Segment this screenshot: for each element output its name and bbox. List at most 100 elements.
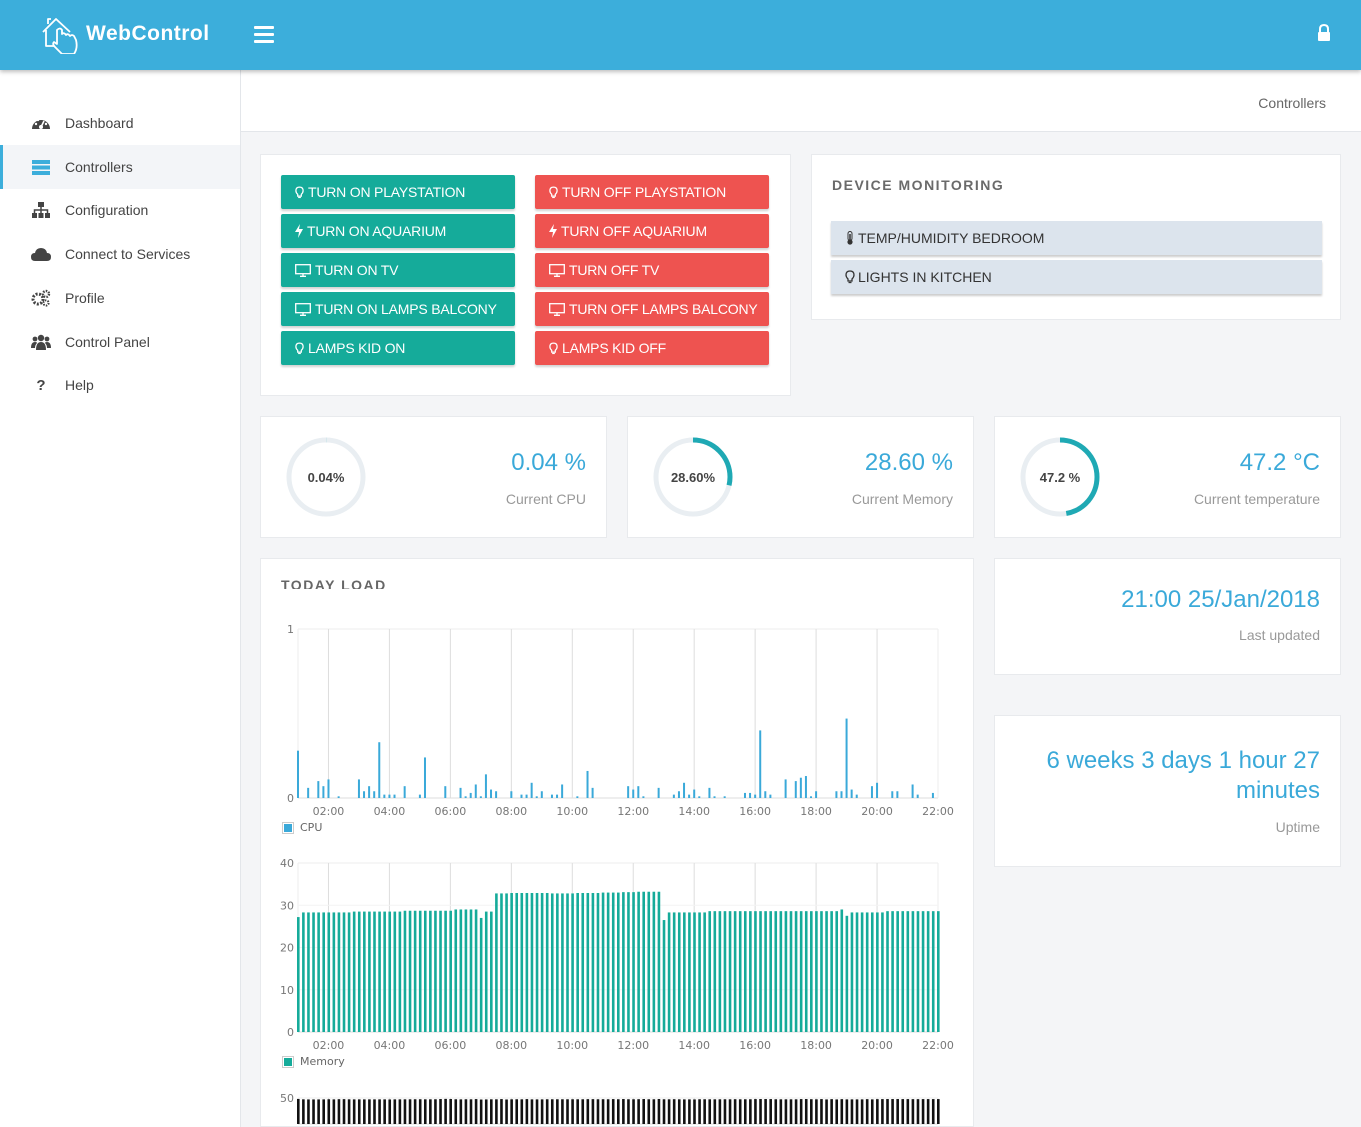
- turn-on-button[interactable]: TURN ON PLAYSTATION: [281, 175, 515, 209]
- y-tick-label: 50: [280, 1092, 294, 1105]
- turn-off-button[interactable]: TURN OFF AQUARIUM: [535, 214, 769, 248]
- bar: [815, 1099, 818, 1124]
- bar: [479, 917, 483, 1032]
- bar: [738, 1099, 742, 1124]
- bar: [799, 777, 802, 798]
- x-tick-label: 12:00: [617, 1039, 649, 1052]
- lightbulb-icon: [295, 341, 304, 355]
- sidebar-item-controllers[interactable]: Controllers: [0, 145, 240, 189]
- bar: [804, 911, 808, 1032]
- button-label: TURN OFF AQUARIUM: [561, 223, 707, 239]
- bar: [688, 912, 691, 1032]
- lightbulb-icon: [295, 185, 304, 199]
- sidebar-item-dashboard[interactable]: Dashboard: [0, 101, 240, 145]
- turn-on-button[interactable]: TURN ON AQUARIUM: [281, 214, 515, 248]
- bar: [784, 779, 787, 798]
- device-monitoring-panel: DEVICE MONITORING TEMP/HUMIDITY BEDROOM …: [811, 154, 1341, 320]
- bar: [632, 892, 635, 1032]
- hamburger-menu-button[interactable]: [254, 26, 274, 44]
- button-label: LAMPS KID OFF: [562, 340, 666, 356]
- sidebar-item-configuration[interactable]: Configuration: [0, 188, 240, 232]
- sidebar-item-help[interactable]: ? Help: [0, 363, 240, 407]
- uptime-line-1: 6 weeks 3 days 1 hour 27: [1046, 747, 1320, 774]
- bar: [891, 911, 894, 1032]
- bar: [769, 911, 772, 1032]
- bar: [718, 911, 722, 1032]
- cpu-legend[interactable]: CPU: [282, 821, 322, 834]
- bar: [393, 794, 396, 798]
- bar: [327, 1099, 331, 1124]
- bar: [566, 893, 569, 1032]
- bar: [495, 893, 498, 1032]
- bar: [327, 912, 331, 1032]
- bar: [408, 1099, 412, 1124]
- bar: [388, 1099, 392, 1124]
- bar: [627, 1099, 630, 1124]
- bar: [383, 794, 386, 798]
- bar: [865, 1099, 869, 1124]
- legend-label: CPU: [300, 821, 323, 834]
- bar: [459, 787, 462, 798]
- bar: [799, 1099, 803, 1124]
- bar: [368, 786, 371, 798]
- bar: [413, 1099, 417, 1124]
- bar: [677, 912, 681, 1032]
- bar: [774, 911, 778, 1032]
- bar: [429, 910, 432, 1032]
- bar: [713, 796, 716, 798]
- bar: [464, 909, 468, 1032]
- turn-on-button[interactable]: LAMPS KID ON: [281, 331, 515, 365]
- device-item-temp-humidity-bedroom[interactable]: TEMP/HUMIDITY BEDROOM: [831, 221, 1322, 255]
- memory-legend[interactable]: Memory: [282, 1055, 345, 1068]
- bar: [749, 1099, 752, 1124]
- bar: [444, 1098, 447, 1124]
- sidebar-item-connect-to-services[interactable]: Connect to Services: [0, 232, 240, 276]
- bar: [865, 912, 869, 1032]
- x-tick-label: 14:00: [678, 1039, 710, 1052]
- turn-on-button[interactable]: TURN ON TV: [281, 253, 515, 287]
- bar: [591, 892, 595, 1032]
- breadcrumb[interactable]: Controllers: [1258, 95, 1326, 111]
- button-label: TURN ON PLAYSTATION: [308, 184, 466, 200]
- turn-on-button[interactable]: TURN ON LAMPS BALCONY: [281, 292, 515, 326]
- bar: [495, 1099, 498, 1124]
- turn-off-button[interactable]: TURN OFF PLAYSTATION: [535, 175, 769, 209]
- device-item-lights-in-kitchen[interactable]: LIGHTS IN KITCHEN: [831, 260, 1322, 294]
- bar: [520, 892, 524, 1032]
- cloud-icon: [30, 247, 52, 261]
- bar: [383, 1099, 386, 1124]
- bar: [743, 911, 747, 1032]
- bar: [733, 1099, 737, 1124]
- bar: [307, 1099, 310, 1124]
- question-icon: ?: [36, 376, 46, 394]
- ring-text: 28.60%: [670, 469, 716, 485]
- bar: [840, 909, 844, 1032]
- bar: [581, 892, 585, 1032]
- sidebar-item-control-panel[interactable]: Control Panel: [0, 320, 240, 364]
- bar: [845, 718, 848, 798]
- bar: [591, 787, 594, 798]
- sidebar-item-label: Configuration: [65, 202, 149, 218]
- bar: [698, 796, 701, 798]
- bar: [429, 1099, 432, 1124]
- y-tick-label: 20: [280, 942, 294, 955]
- bar: [799, 911, 803, 1032]
- bar: [804, 776, 807, 798]
- bar: [937, 1099, 940, 1124]
- bar: [398, 911, 402, 1032]
- turn-off-button[interactable]: TURN OFF LAMPS BALCONY: [535, 292, 769, 326]
- lock-button[interactable]: [1316, 23, 1332, 47]
- bar: [764, 1099, 767, 1124]
- bar: [784, 911, 788, 1032]
- ring-text: 47.2 %: [1039, 469, 1081, 485]
- turn-off-button[interactable]: TURN OFF TV: [535, 253, 769, 287]
- bar: [540, 892, 544, 1032]
- sidebar-item-profile[interactable]: Profile: [0, 276, 240, 320]
- logo[interactable]: WebControl: [40, 14, 210, 54]
- uptime-value: 6 weeks 3 days 1 hour 27 minutes: [1046, 746, 1320, 806]
- bar: [683, 912, 686, 1032]
- bar: [586, 1099, 590, 1124]
- turn-off-button[interactable]: LAMPS KID OFF: [535, 331, 769, 365]
- bar: [815, 911, 818, 1032]
- bar: [743, 1099, 747, 1124]
